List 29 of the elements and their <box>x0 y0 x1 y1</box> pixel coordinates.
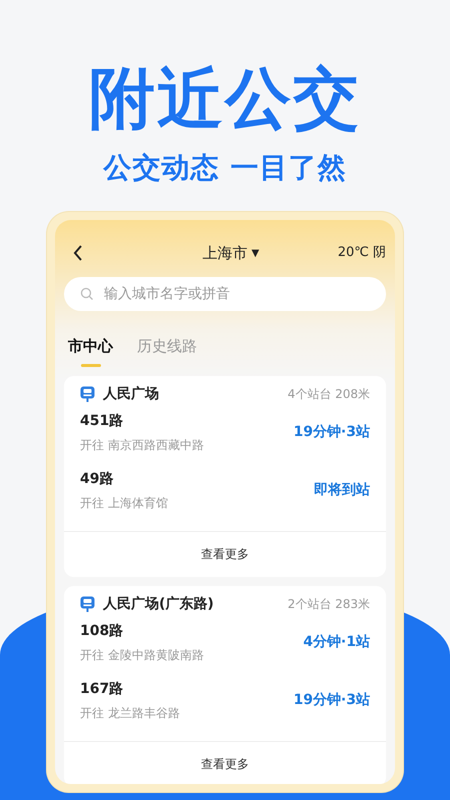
search-field[interactable]: 输入城市名字或拼音 <box>64 277 386 311</box>
station-name[interactable]: 人民广场(广东路) <box>103 594 214 614</box>
more-button[interactable]: 查看更多 <box>64 740 386 784</box>
subheadline: 公交动态 一目了然 <box>102 154 348 182</box>
arrival-time: 19分钟·3站 <box>293 691 370 710</box>
station-info: 4个站台 208米 <box>288 386 370 403</box>
route-name[interactable]: 49路 <box>80 469 168 490</box>
station-info: 2个站台 283米 <box>288 596 370 613</box>
route-direction: 开往 南京西路西藏中路 <box>80 437 204 454</box>
arrival-time: 即将到站 <box>314 481 370 500</box>
route-name[interactable]: 108路 <box>80 621 204 642</box>
city-selector[interactable]: 上海市 <box>202 242 248 264</box>
route-name[interactable]: 451路 <box>80 411 204 432</box>
route-direction: 开往 龙兰路丰谷路 <box>80 705 180 722</box>
weather-text: 20℃ 阴 <box>338 244 386 262</box>
arrival-time: 4分钟·1站 <box>303 633 370 652</box>
route-direction: 开往 上海体育馆 <box>80 495 168 512</box>
bus-stop-icon <box>80 596 95 612</box>
route-name[interactable]: 167路 <box>80 679 180 700</box>
more-button[interactable]: 查看更多 <box>64 530 386 576</box>
route-direction: 开往 金陵中路黄陂南路 <box>80 647 204 664</box>
caret-icon[interactable]: ▼ <box>252 246 260 260</box>
headline: 附近公交 <box>88 66 362 132</box>
tab-underline <box>80 364 100 366</box>
bus-stop-icon <box>80 386 95 402</box>
station-name[interactable]: 人民广场 <box>103 384 159 404</box>
arrival-time: 19分钟·3站 <box>293 423 370 442</box>
back-button[interactable] <box>72 244 84 262</box>
tab[interactable]: 市中心 <box>68 335 113 358</box>
